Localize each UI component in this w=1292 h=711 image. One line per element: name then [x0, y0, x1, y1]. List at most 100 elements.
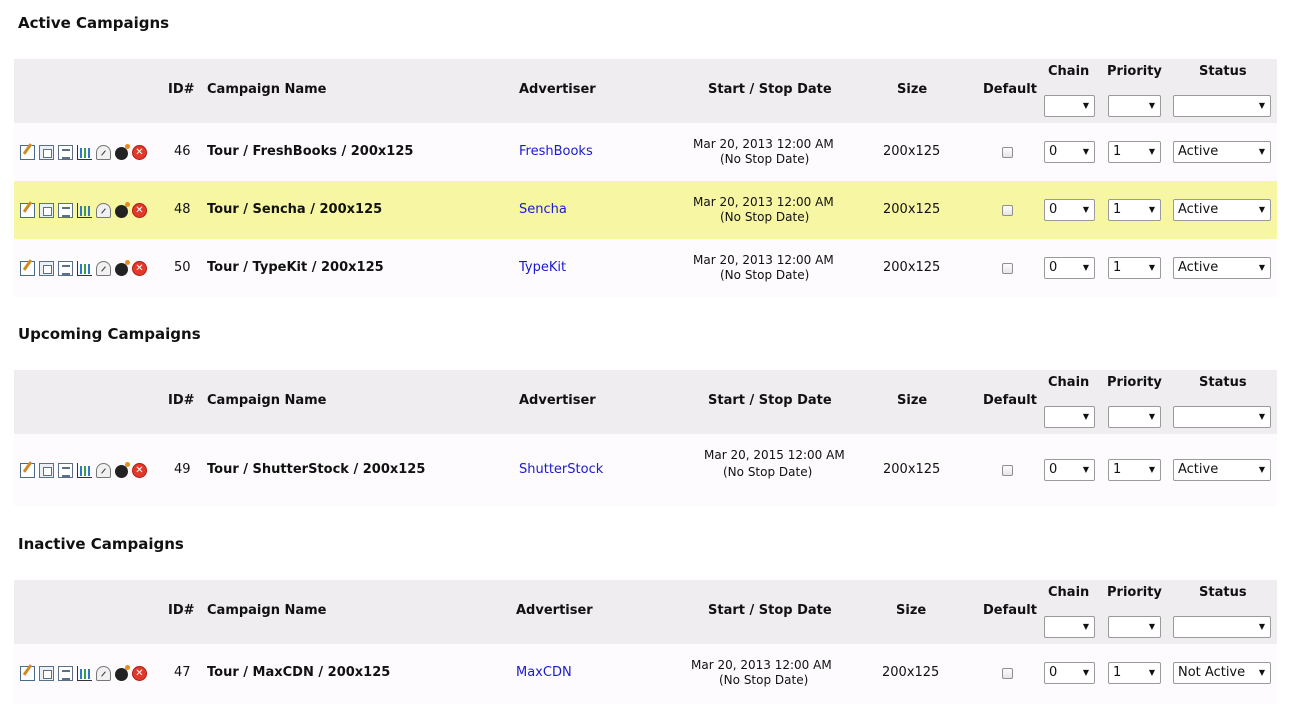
table-row: ✕ 49 Tour / ShutterStock / 200x125 Shutt… [14, 434, 1277, 506]
gauge-icon[interactable] [96, 203, 111, 218]
bomb-icon[interactable] [115, 665, 130, 681]
table-header: ID# Campaign Name Advertiser Start / Sto… [14, 580, 1277, 644]
chain-select[interactable]: 0 [1044, 662, 1095, 684]
advertiser-link[interactable]: TypeKit [519, 260, 566, 275]
stats-chart-icon[interactable] [77, 666, 92, 681]
start-date: Mar 20, 2013 12:00 AM [693, 195, 834, 209]
priority-select[interactable]: 1 [1108, 141, 1161, 163]
chain-select[interactable]: 0 [1044, 141, 1095, 163]
table-header: ID# Campaign Name Advertiser Start / Sto… [14, 59, 1277, 123]
table-row: ✕ 50 Tour / TypeKit / 200x125 TypeKit Ma… [14, 239, 1277, 297]
edit-icon[interactable] [20, 203, 35, 218]
gauge-icon[interactable] [96, 666, 111, 681]
campaign-id: 48 [174, 202, 191, 217]
status-filter-select[interactable] [1173, 616, 1271, 638]
campaign-size: 200x125 [883, 144, 941, 159]
advertiser-link[interactable]: FreshBooks [519, 144, 593, 159]
table-header: ID# Campaign Name Advertiser Start / Sto… [14, 370, 1277, 434]
status-filter-select[interactable] [1173, 95, 1271, 117]
chain-select[interactable]: 0 [1044, 199, 1095, 221]
delete-icon[interactable]: ✕ [132, 145, 147, 160]
status-select[interactable]: Active [1173, 141, 1271, 163]
report-icon[interactable] [58, 145, 73, 160]
campaign-name: Tour / ShutterStock / 200x125 [207, 462, 426, 477]
stats-chart-icon[interactable] [77, 463, 92, 478]
chain-filter-select[interactable] [1044, 406, 1095, 428]
campaign-name: Tour / MaxCDN / 200x125 [207, 665, 391, 680]
chain-filter-select[interactable] [1044, 616, 1095, 638]
col-advertiser: Advertiser [516, 603, 593, 618]
copy-icon[interactable] [39, 203, 54, 218]
report-icon[interactable] [58, 666, 73, 681]
chain-select[interactable]: 0 [1044, 257, 1095, 279]
stats-chart-icon[interactable] [77, 203, 92, 218]
delete-icon[interactable]: ✕ [132, 463, 147, 478]
start-date: Mar 20, 2013 12:00 AM [691, 658, 832, 672]
status-select[interactable]: Active [1173, 459, 1271, 481]
bomb-icon[interactable] [115, 462, 130, 478]
advertiser-link[interactable]: MaxCDN [516, 665, 572, 680]
col-id: ID# [168, 393, 195, 408]
default-checkbox[interactable] [1002, 263, 1013, 274]
col-chain: Chain [1048, 585, 1090, 600]
copy-icon[interactable] [39, 666, 54, 681]
default-checkbox[interactable] [1002, 668, 1013, 679]
status-select[interactable]: Not Active [1173, 662, 1271, 684]
report-icon[interactable] [58, 463, 73, 478]
campaign-id: 46 [174, 144, 191, 159]
report-icon[interactable] [58, 203, 73, 218]
col-status: Status [1199, 64, 1247, 79]
gauge-icon[interactable] [96, 261, 111, 276]
upcoming-campaigns-table: ID# Campaign Name Advertiser Start / Sto… [14, 370, 1277, 506]
col-default: Default [983, 82, 1037, 97]
delete-icon[interactable]: ✕ [132, 261, 147, 276]
copy-icon[interactable] [39, 463, 54, 478]
edit-icon[interactable] [20, 666, 35, 681]
gauge-icon[interactable] [96, 463, 111, 478]
col-chain: Chain [1048, 64, 1090, 79]
chain-select[interactable]: 0 [1044, 459, 1095, 481]
status-select[interactable]: Active [1173, 199, 1271, 221]
priority-select[interactable]: 1 [1108, 662, 1161, 684]
bomb-icon[interactable] [115, 260, 130, 276]
default-checkbox[interactable] [1002, 205, 1013, 216]
status-select[interactable]: Active [1173, 257, 1271, 279]
default-checkbox[interactable] [1002, 465, 1013, 476]
campaign-name: Tour / Sencha / 200x125 [207, 202, 383, 217]
priority-filter-select[interactable] [1108, 95, 1161, 117]
priority-select[interactable]: 1 [1108, 459, 1161, 481]
edit-icon[interactable] [20, 463, 35, 478]
delete-icon[interactable]: ✕ [132, 666, 147, 681]
priority-filter-select[interactable] [1108, 406, 1161, 428]
chain-filter-select[interactable] [1044, 95, 1095, 117]
stats-chart-icon[interactable] [77, 261, 92, 276]
inactive-campaigns-table: ID# Campaign Name Advertiser Start / Sto… [14, 580, 1277, 704]
report-icon[interactable] [58, 261, 73, 276]
bomb-icon[interactable] [115, 202, 130, 218]
default-checkbox[interactable] [1002, 147, 1013, 158]
campaign-name: Tour / TypeKit / 200x125 [207, 260, 384, 275]
campaign-size: 200x125 [883, 260, 941, 275]
copy-icon[interactable] [39, 145, 54, 160]
col-advertiser: Advertiser [519, 393, 596, 408]
status-filter-select[interactable] [1173, 406, 1271, 428]
gauge-icon[interactable] [96, 145, 111, 160]
col-id: ID# [168, 82, 195, 97]
priority-select[interactable]: 1 [1108, 257, 1161, 279]
advertiser-link[interactable]: Sencha [519, 202, 567, 217]
bomb-icon[interactable] [115, 144, 130, 160]
start-date: Mar 20, 2013 12:00 AM [693, 253, 834, 267]
stop-date: (No Stop Date) [720, 210, 810, 224]
col-default: Default [983, 393, 1037, 408]
start-date: Mar 20, 2013 12:00 AM [693, 137, 834, 151]
edit-icon[interactable] [20, 145, 35, 160]
priority-filter-select[interactable] [1108, 616, 1161, 638]
priority-select[interactable]: 1 [1108, 199, 1161, 221]
advertiser-link[interactable]: ShutterStock [519, 462, 603, 477]
col-campaign-name: Campaign Name [207, 603, 327, 618]
col-start-stop-date: Start / Stop Date [708, 82, 832, 97]
stats-chart-icon[interactable] [77, 145, 92, 160]
copy-icon[interactable] [39, 261, 54, 276]
edit-icon[interactable] [20, 261, 35, 276]
delete-icon[interactable]: ✕ [132, 203, 147, 218]
